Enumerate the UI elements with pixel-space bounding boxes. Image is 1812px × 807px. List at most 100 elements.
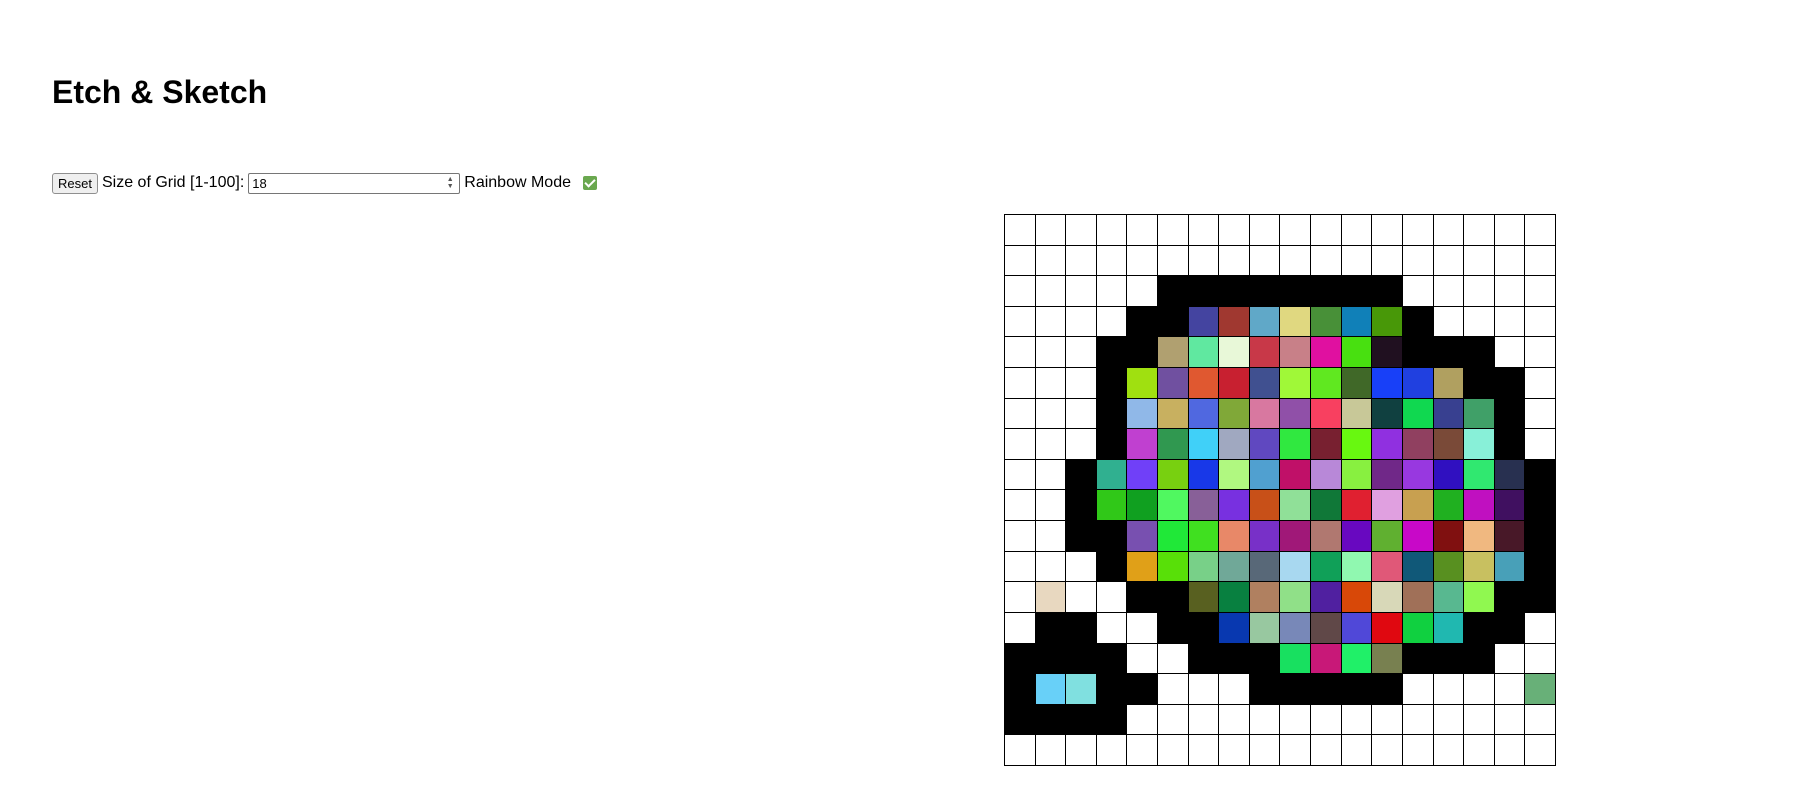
grid-cell[interactable] [1066,337,1096,368]
reset-button[interactable]: Reset [52,172,98,194]
grid-cell[interactable] [1249,674,1280,704]
grid-cell[interactable] [1188,551,1219,582]
grid-cell[interactable] [1188,245,1219,276]
grid-cell[interactable] [1127,612,1158,643]
grid-cell[interactable] [1311,735,1341,765]
grid-cell[interactable] [1433,612,1464,643]
grid-cell[interactable] [1249,521,1280,551]
grid-size-field[interactable]: ▲ ▼ [248,172,461,194]
grid-cell[interactable] [1035,368,1066,398]
grid-cell[interactable] [1005,429,1035,459]
grid-cell[interactable] [1433,490,1464,521]
grid-cell[interactable] [1249,429,1280,459]
grid-cell[interactable] [1280,582,1311,612]
grid-cell[interactable] [1096,245,1127,276]
grid-cell[interactable] [1402,398,1433,429]
grid-cell[interactable] [1249,459,1280,490]
grid-cell[interactable] [1372,490,1402,521]
grid-cell[interactable] [1311,551,1341,582]
grid-cell[interactable] [1249,368,1280,398]
grid-cell[interactable] [1005,306,1035,337]
grid-cell[interactable] [1066,215,1096,245]
grid-cell[interactable] [1372,245,1402,276]
grid-cell[interactable] [1249,551,1280,582]
grid-cell[interactable] [1035,551,1066,582]
grid-cell[interactable] [1158,643,1188,674]
grid-cell[interactable] [1311,306,1341,337]
grid-cell[interactable] [1219,521,1249,551]
grid-cell[interactable] [1280,276,1311,306]
grid-cell[interactable] [1494,368,1525,398]
grid-cell[interactable] [1311,368,1341,398]
grid-cell[interactable] [1096,429,1127,459]
grid-cell[interactable] [1433,674,1464,704]
grid-cell[interactable] [1127,674,1158,704]
grid-cell[interactable] [1005,521,1035,551]
grid-cell[interactable] [1525,643,1555,674]
grid-cell[interactable] [1158,490,1188,521]
grid-cell[interactable] [1311,704,1341,735]
grid-cell[interactable] [1096,674,1127,704]
grid-cell[interactable] [1188,459,1219,490]
grid-cell[interactable] [1464,735,1494,765]
grid-cell[interactable] [1280,551,1311,582]
grid-cell[interactable] [1127,643,1158,674]
grid-cell[interactable] [1035,429,1066,459]
grid-cell[interactable] [1005,245,1035,276]
grid-size-stepper[interactable]: ▲ ▼ [443,175,457,192]
grid-cell[interactable] [1372,735,1402,765]
grid-cell[interactable] [1280,735,1311,765]
grid-cell[interactable] [1372,306,1402,337]
chevron-up-icon[interactable]: ▲ [447,176,454,183]
grid-cell[interactable] [1433,306,1464,337]
grid-cell[interactable] [1219,306,1249,337]
grid-cell[interactable] [1158,459,1188,490]
grid-cell[interactable] [1096,735,1127,765]
grid-cell[interactable] [1127,398,1158,429]
grid-cell[interactable] [1525,459,1555,490]
grid-cell[interactable] [1158,429,1188,459]
grid-cell[interactable] [1402,337,1433,368]
grid-cell[interactable] [1127,429,1158,459]
sketch-grid[interactable] [1004,214,1556,766]
grid-cell[interactable] [1311,429,1341,459]
grid-cell[interactable] [1219,643,1249,674]
grid-cell[interactable] [1525,429,1555,459]
grid-cell[interactable] [1402,582,1433,612]
grid-cell[interactable] [1372,521,1402,551]
grid-cell[interactable] [1035,337,1066,368]
grid-cell[interactable] [1005,735,1035,765]
grid-cell[interactable] [1494,276,1525,306]
grid-cell[interactable] [1433,245,1464,276]
grid-cell[interactable] [1372,612,1402,643]
grid-cell[interactable] [1311,490,1341,521]
grid-cell[interactable] [1005,643,1035,674]
grid-cell[interactable] [1494,674,1525,704]
grid-cell[interactable] [1096,490,1127,521]
grid-cell[interactable] [1188,735,1219,765]
grid-cell[interactable] [1372,643,1402,674]
grid-cell[interactable] [1188,612,1219,643]
grid-cell[interactable] [1158,337,1188,368]
grid-cell[interactable] [1464,459,1494,490]
grid-cell[interactable] [1066,459,1096,490]
grid-cell[interactable] [1066,306,1096,337]
grid-cell[interactable] [1005,398,1035,429]
grid-cell[interactable] [1464,612,1494,643]
grid-cell[interactable] [1494,521,1525,551]
grid-cell[interactable] [1433,215,1464,245]
grid-cell[interactable] [1433,643,1464,674]
grid-cell[interactable] [1127,245,1158,276]
grid-cell[interactable] [1402,215,1433,245]
grid-cell[interactable] [1005,490,1035,521]
grid-cell[interactable] [1464,215,1494,245]
grid-cell[interactable] [1127,215,1158,245]
grid-cell[interactable] [1464,582,1494,612]
grid-cell[interactable] [1311,276,1341,306]
grid-cell[interactable] [1494,643,1525,674]
grid-cell[interactable] [1311,245,1341,276]
grid-cell[interactable] [1035,398,1066,429]
grid-cell[interactable] [1341,490,1372,521]
grid-cell[interactable] [1249,398,1280,429]
grid-cell[interactable] [1188,368,1219,398]
